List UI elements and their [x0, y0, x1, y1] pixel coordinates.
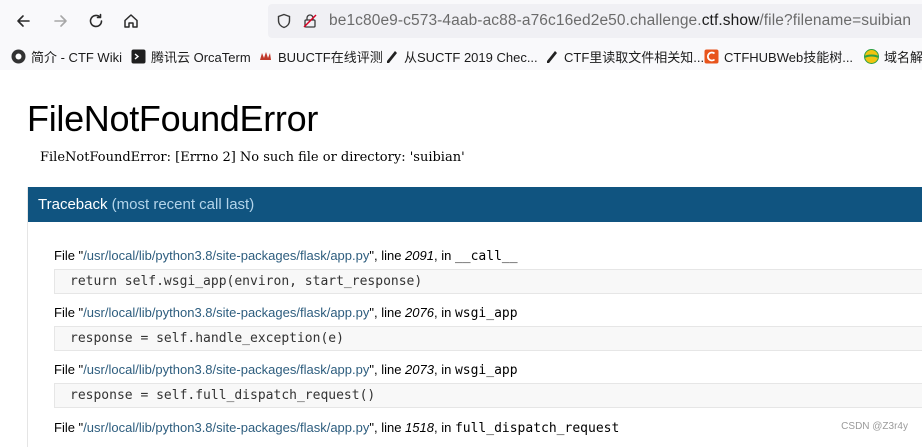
frame-line-number: 2076	[405, 305, 434, 320]
browser-toolbar: be1c80e9-c573-4aab-ac88-a76c16ed2e50.cha…	[0, 0, 922, 41]
frame-file-label: File "	[54, 248, 84, 263]
frame-line-label: ", line	[369, 362, 406, 377]
frame-in-label: , in	[433, 420, 455, 435]
url-text[interactable]: be1c80e9-c573-4aab-ac88-a76c16ed2e50.cha…	[329, 12, 911, 30]
home-icon	[124, 14, 138, 28]
frame-code[interactable]: return self.wsgi_app(environ, start_resp…	[54, 269, 922, 294]
frame-code[interactable]: response = self.full_dispatch_request()	[54, 383, 922, 408]
url-prefix: be1c80e9-c573-4aab-ac88-a76c16ed2e50.cha…	[329, 12, 702, 29]
insecure-lock-icon[interactable]	[302, 13, 318, 29]
bookmarks-bar: 简介 - CTF Wiki 腾讯云 OrcaTerm BUUCTF在线评测 从S…	[0, 41, 922, 71]
frame-in-label: , in	[433, 305, 455, 320]
frame-code-text: return self.wsgi_app(environ, start_resp…	[70, 274, 423, 289]
frame-line-number: 2091	[405, 248, 434, 263]
traceback-note: (most recent call last)	[111, 196, 255, 213]
traceback-header: Traceback (most recent call last)	[28, 187, 922, 222]
pen-icon	[387, 50, 397, 63]
reload-button[interactable]	[85, 10, 107, 32]
frame-line-label: ", line	[369, 305, 406, 320]
url-bar[interactable]: be1c80e9-c573-4aab-ac88-a76c16ed2e50.cha…	[268, 4, 922, 38]
frame-location: File "/usr/local/lib/python3.8/site-pack…	[54, 362, 518, 378]
frame-file-label: File "	[54, 305, 84, 320]
bookmark-ctf-wiki[interactable]: 简介 - CTF Wiki	[11, 47, 122, 65]
buuctf-icon	[260, 51, 271, 60]
url-suffix: /file?filename=suibian	[759, 12, 912, 29]
frame-code[interactable]: response = self.handle_exception(e)	[54, 326, 922, 351]
watermark: CSDN @Z3r4y	[841, 421, 908, 432]
frame-in-label: , in	[433, 362, 455, 377]
bookmark-buuctf[interactable]: BUUCTF在线评测	[258, 47, 383, 65]
reload-icon	[89, 13, 103, 28]
frame-code-text: response = self.handle_exception(e)	[70, 331, 344, 346]
bookmark-orcaterm[interactable]: 腾讯云 OrcaTerm	[131, 47, 251, 65]
frame-location: File "/usr/local/lib/python3.8/site-pack…	[54, 248, 518, 264]
bookmark-label: 域名解	[884, 49, 922, 65]
frame-line-number: 2073	[405, 362, 434, 377]
bookmark-label: CTFHUBWeb技能树...	[724, 49, 854, 65]
ctfhub-icon	[704, 49, 719, 63]
url-domain: ctf.show	[701, 12, 760, 29]
traceback-title: Traceback	[38, 196, 108, 213]
bookmark-ctf-file-read[interactable]: CTF里读取文件相关知...	[544, 47, 704, 65]
frame-location: File "/usr/local/lib/python3.8/site-pack…	[54, 420, 619, 436]
frame-path: /usr/local/lib/python3.8/site-packages/f…	[83, 420, 370, 435]
arrow-right-icon	[54, 15, 67, 27]
frame-path: /usr/local/lib/python3.8/site-packages/f…	[83, 362, 370, 377]
frame-function: full_dispatch_request	[454, 421, 620, 436]
bookmark-suctf[interactable]: 从SUCTF 2019 Chec...	[384, 47, 538, 65]
traceback-panel: Traceback (most recent call last) File "…	[27, 187, 922, 447]
bookmark-domain[interactable]: 域名解	[864, 47, 922, 65]
frame-in-label: , in	[433, 248, 455, 263]
bookmark-label: 从SUCTF 2019 Chec...	[404, 49, 538, 65]
back-button[interactable]	[12, 10, 34, 32]
frame-path: /usr/local/lib/python3.8/site-packages/f…	[83, 248, 370, 263]
bookmark-label: 腾讯云 OrcaTerm	[151, 49, 251, 65]
frame-path: /usr/local/lib/python3.8/site-packages/f…	[83, 305, 370, 320]
frame-file-label: File "	[54, 420, 84, 435]
frame-file-label: File "	[54, 362, 84, 377]
bookmark-label: BUUCTF在线评测	[278, 49, 383, 65]
ctf-wiki-icon	[11, 49, 26, 63]
frame-function: wsgi_app	[454, 306, 518, 321]
frame-line-label: ", line	[369, 420, 406, 435]
arrow-left-icon	[17, 15, 30, 27]
pen-icon	[547, 50, 557, 63]
terminal-icon	[131, 49, 146, 63]
shield-icon[interactable]	[276, 13, 292, 29]
frame-line-label: ", line	[369, 248, 406, 263]
frame-code-text: response = self.full_dispatch_request()	[70, 388, 376, 403]
frame-function: wsgi_app	[454, 363, 518, 378]
home-button[interactable]	[120, 10, 142, 32]
globe-icon	[864, 48, 879, 64]
error-message: FileNotFoundError: [Errno 2] No such fil…	[40, 150, 465, 165]
forward-button[interactable]	[50, 10, 72, 32]
bookmark-ctfhub[interactable]: CTFHUBWeb技能树...	[704, 47, 853, 65]
bookmark-label: CTF里读取文件相关知...	[564, 49, 705, 65]
frame-function: __call__	[454, 249, 518, 264]
frame-line-number: 1518	[405, 420, 434, 435]
frame-location: File "/usr/local/lib/python3.8/site-pack…	[54, 305, 518, 321]
page-content: FileNotFoundError FileNotFoundError: [Er…	[0, 70, 922, 447]
bookmark-label: 简介 - CTF Wiki	[31, 49, 122, 65]
error-title: FileNotFoundError	[27, 98, 319, 139]
